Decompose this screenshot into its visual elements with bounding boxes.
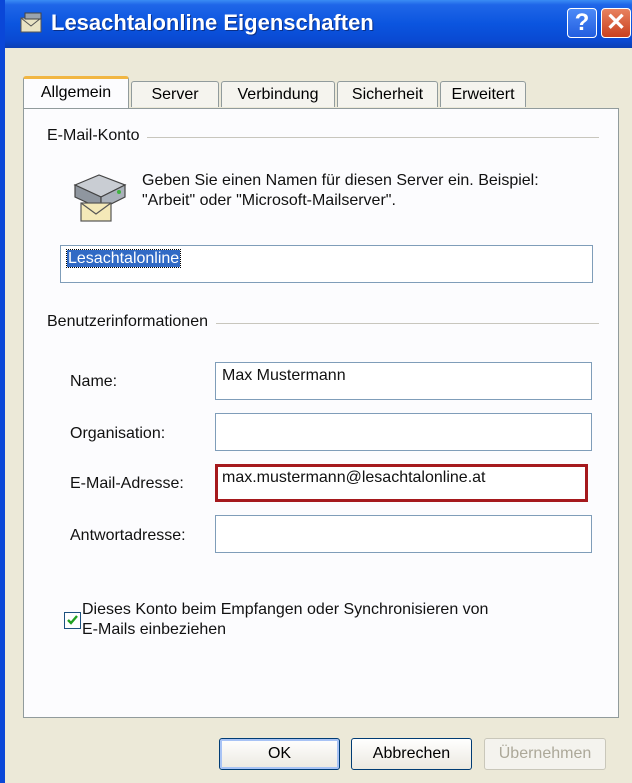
window-title: Lesachtalonline Eigenschaften	[51, 10, 374, 35]
email-account-group-label: E-Mail-Konto	[47, 127, 148, 145]
email-address-field[interactable]: max.mustermann@lesachtalonline.at	[215, 464, 588, 502]
email-address-label: E-Mail-Adresse:	[70, 475, 184, 492]
organization-label: Organisation:	[70, 425, 166, 442]
account-description-line1: Geben Sie einen Namen für diesen Server …	[142, 172, 539, 189]
help-button[interactable]: ?	[567, 8, 597, 38]
ok-button[interactable]: OK	[219, 738, 340, 770]
user-info-group-label: Benutzerinformationen	[47, 313, 216, 331]
properties-dialog: Lesachtalonline Eigenschaften ? ✕ Allgem…	[0, 0, 632, 783]
account-description-line2: "Arbeit" oder "Microsoft-Mailserver".	[142, 192, 396, 209]
mail-server-icon	[73, 174, 127, 222]
mail-account-icon	[20, 12, 42, 33]
tab-allgemein[interactable]: Allgemein	[23, 76, 129, 108]
include-account-checkbox[interactable]	[64, 612, 81, 629]
name-field[interactable]: Max Mustermann	[215, 362, 592, 400]
tab-verbindung[interactable]: Verbindung	[221, 81, 335, 107]
close-button[interactable]: ✕	[601, 8, 631, 38]
include-account-label-line1[interactable]: Dieses Konto beim Empfangen oder Synchro…	[82, 600, 488, 620]
checkmark-icon	[67, 615, 78, 625]
reply-address-field[interactable]	[215, 515, 592, 553]
organization-field[interactable]	[215, 413, 592, 451]
general-tab-panel: E-Mail-Konto Geben Sie einen Namen für d…	[23, 108, 619, 718]
account-name-field[interactable]: Lesachtalonline	[60, 245, 593, 283]
reply-address-label: Antwortadresse:	[70, 527, 186, 544]
tab-erweitert[interactable]: Erweitert	[440, 81, 526, 107]
apply-button: Übernehmen	[484, 738, 606, 770]
tab-sicherheit[interactable]: Sicherheit	[337, 81, 438, 107]
cancel-button[interactable]: Abbrechen	[351, 738, 472, 770]
account-name-value: Lesachtalonline	[65, 249, 182, 268]
tab-server[interactable]: Server	[131, 81, 219, 107]
title-bar[interactable]: Lesachtalonline Eigenschaften ? ✕	[5, 0, 632, 48]
name-label: Name:	[70, 373, 118, 390]
include-account-label-line2[interactable]: E-Mails einbeziehen	[82, 620, 226, 640]
